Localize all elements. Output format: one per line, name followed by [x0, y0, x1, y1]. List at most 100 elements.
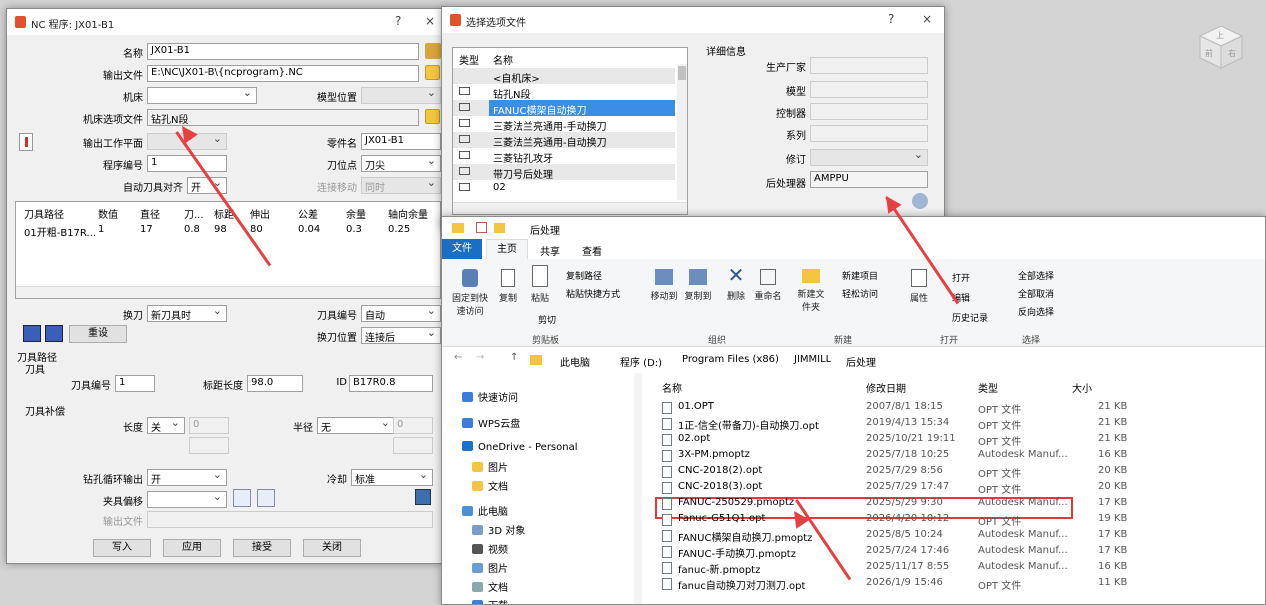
list-item[interactable]: 三菱法兰亮通用-手动换刀 [453, 116, 675, 133]
reset-button[interactable]: 重设 [69, 325, 127, 343]
table-row[interactable]: 01开粗-B17R... 1 17 0.8 98 80 0.04 0.3 0.2… [16, 224, 442, 240]
select-none-button[interactable]: 全部取消 [1018, 287, 1054, 300]
tool-change-dropdown[interactable]: 新刀具时 [147, 305, 227, 322]
tab-home[interactable]: 主页 [486, 239, 528, 259]
info-icon[interactable] [912, 193, 928, 209]
check-icon[interactable] [476, 222, 487, 233]
nav-onedrive[interactable]: OneDrive - Personal [462, 441, 578, 453]
file-row[interactable]: CNC-2018(2).opt 2025/7/29 8:56 OPT 文件 20 KB [658, 465, 1128, 481]
breadcrumb-2[interactable]: Program Files (x86) [682, 354, 779, 365]
nav-wps[interactable]: WPS云盘 [462, 415, 520, 430]
nav-this-pc[interactable]: 此电脑 [462, 503, 508, 518]
toolpath-table[interactable]: 刀具路径 数值 直径 刀... 标距 伸出 公差 余量 轴向余量 01开粗-B1… [15, 201, 441, 299]
breadcrumb-3[interactable]: JIMMILL [794, 354, 831, 365]
list-item[interactable]: 钻孔N段 [453, 84, 675, 101]
nav-documents[interactable]: 文档 [472, 478, 508, 493]
tool-icon-b[interactable] [45, 325, 63, 342]
tool-point-dropdown[interactable]: 刀尖 [361, 155, 441, 172]
nav-quick-access[interactable]: 快速访问 [462, 389, 518, 404]
tool-change-pos-dropdown[interactable]: 连接后 [361, 327, 441, 344]
tab-view[interactable]: 查看 [582, 243, 602, 258]
length-extra-input[interactable] [189, 437, 229, 454]
model-pos-dropdown[interactable] [361, 87, 441, 104]
copy-path-button[interactable]: 复制路径 [566, 269, 602, 282]
select-all-button[interactable]: 全部选择 [1018, 269, 1054, 282]
file-row[interactable]: Fanuc-G51Q1.opt 2026/4/20 10:12 OPT 文件 19 K… [658, 513, 1128, 529]
coolant-dropdown[interactable]: 标准 [351, 469, 433, 486]
file-row[interactable]: FANUC-手动换刀.pmoptz 2025/7/24 17:46 Autodesk… [658, 545, 1128, 561]
model-input[interactable] [810, 81, 928, 98]
col-name[interactable]: 名称 [662, 380, 682, 395]
viewcube[interactable]: 上 前 右 [1196, 22, 1246, 72]
close-button[interactable]: 关闭 [303, 539, 361, 557]
nav-documents-2[interactable]: 文档 [472, 579, 508, 594]
radius-num-input[interactable]: 0 [393, 417, 433, 434]
forward-icon[interactable]: → [476, 352, 484, 363]
postproc-input[interactable]: AMPPU [810, 171, 928, 188]
help-icon[interactable]: ? [395, 14, 401, 28]
breadcrumb-0[interactable]: 此电脑 [560, 354, 590, 369]
option-file-list[interactable]: 类型 名称 <自机床> 钻孔N段 FANUC横架自动换刀 三菱法兰亮通用-手动换… [452, 47, 688, 215]
paste-button[interactable]: 粘贴 [526, 265, 554, 304]
file-row[interactable]: fanuc自动换刀对刀测刀.opt 2026/1/9 15:46 OPT 文件 11 … [658, 577, 1128, 593]
paste-shortcut-button[interactable]: 粘贴快捷方式 [566, 287, 620, 300]
file-row[interactable]: 1正-信全(带备刀)-自动换刀.opt 2019/4/13 15:34 OPT 文件… [658, 417, 1128, 433]
tool-no-dropdown[interactable]: 自动 [361, 305, 441, 322]
output-file-input[interactable]: E:\NC\JX01-B\{ncprogram}.NC [147, 65, 419, 82]
pin-button[interactable]: 固定到快速访问 [450, 269, 490, 317]
accept-button[interactable]: 接受 [233, 539, 291, 557]
tool-number-input[interactable]: 1 [115, 375, 155, 392]
drill-cycle-dropdown[interactable]: 开 [147, 469, 227, 486]
fixture-dropdown[interactable] [147, 491, 227, 508]
fixture-icon-b[interactable] [257, 489, 275, 507]
tab-share[interactable]: 共享 [540, 243, 560, 258]
controller-input[interactable] [810, 103, 928, 120]
length-num-input[interactable]: 0 [189, 417, 229, 434]
radius-extra-input[interactable] [393, 437, 433, 454]
col-size[interactable]: 大小 [1072, 380, 1092, 395]
folder-open-icon-2[interactable] [425, 109, 440, 124]
copy-to-button[interactable]: 复制到 [682, 269, 714, 302]
folder-small-icon[interactable] [494, 223, 505, 233]
history-button[interactable]: 历史记录 [952, 311, 988, 324]
fixture-icon-a[interactable] [233, 489, 251, 507]
list-vscroll[interactable] [677, 64, 687, 200]
output-file2-input[interactable] [147, 511, 433, 528]
table-scrollbar[interactable] [16, 286, 440, 298]
gauge-len-input[interactable]: 98.0 [247, 375, 303, 392]
close-icon[interactable]: × [425, 14, 435, 28]
part-name-input[interactable]: JX01-B1 [361, 133, 441, 150]
rename-button[interactable]: 重命名 [752, 269, 784, 302]
list-item[interactable]: 三菱法兰亮通用-自动换刀 [453, 132, 675, 149]
list-item[interactable]: 02 [453, 180, 675, 196]
series-input[interactable] [810, 125, 928, 142]
properties-button[interactable]: 属性 [904, 269, 934, 304]
file-row[interactable]: FANUC-250529.pmoptz 2025/5/29 9:30 Autodes… [658, 497, 1128, 513]
list-item[interactable]: 带刀号后处理 [453, 164, 675, 181]
list-item[interactable]: 三菱钻孔攻牙 [453, 148, 675, 165]
connect-move-dropdown[interactable]: 同时 [361, 177, 441, 194]
machine-dropdown[interactable] [147, 87, 257, 104]
nav-pictures-2[interactable]: 图片 [472, 560, 508, 575]
nav-pictures[interactable]: 图片 [472, 459, 508, 474]
nav-downloads[interactable]: 下载 [472, 597, 508, 604]
nav-videos[interactable]: 视频 [472, 541, 508, 556]
file-row[interactable]: 3X-PM.pmoptz 2025/7/18 10:25 Autodesk Manu… [658, 449, 1128, 465]
new-item-button[interactable]: 新建项目 [842, 269, 878, 282]
move-to-button[interactable]: 移动到 [648, 269, 680, 302]
apply-button[interactable]: 应用 [163, 539, 221, 557]
file-row[interactable]: CNC-2018(3).opt 2025/7/29 17:47 OPT 文件 20 K… [658, 481, 1128, 497]
copy-button[interactable]: 复制 [494, 269, 522, 304]
name-input[interactable]: JX01-B1 [147, 43, 419, 60]
list-item[interactable]: <自机床> [453, 68, 675, 85]
folder-open-icon[interactable] [425, 65, 440, 80]
file-row[interactable]: FANUC横架自动换刀.pmoptz 2025/8/5 10:24 Autodesk… [658, 529, 1128, 545]
back-icon[interactable]: ← [454, 352, 462, 363]
address-bar[interactable]: ← → ↑ 此电脑 程序 (D:) Program Files (x86) JI… [442, 349, 1265, 371]
write-button[interactable]: 写入 [93, 539, 151, 557]
file-row[interactable]: 01.OPT 2007/8/1 18:15 OPT 文件 21 KB [658, 401, 1128, 417]
list-hscroll[interactable] [453, 202, 687, 214]
tools-icon[interactable] [425, 43, 441, 59]
nav-scrollbar[interactable] [634, 373, 642, 604]
radius-dropdown[interactable]: 无 [317, 417, 395, 434]
